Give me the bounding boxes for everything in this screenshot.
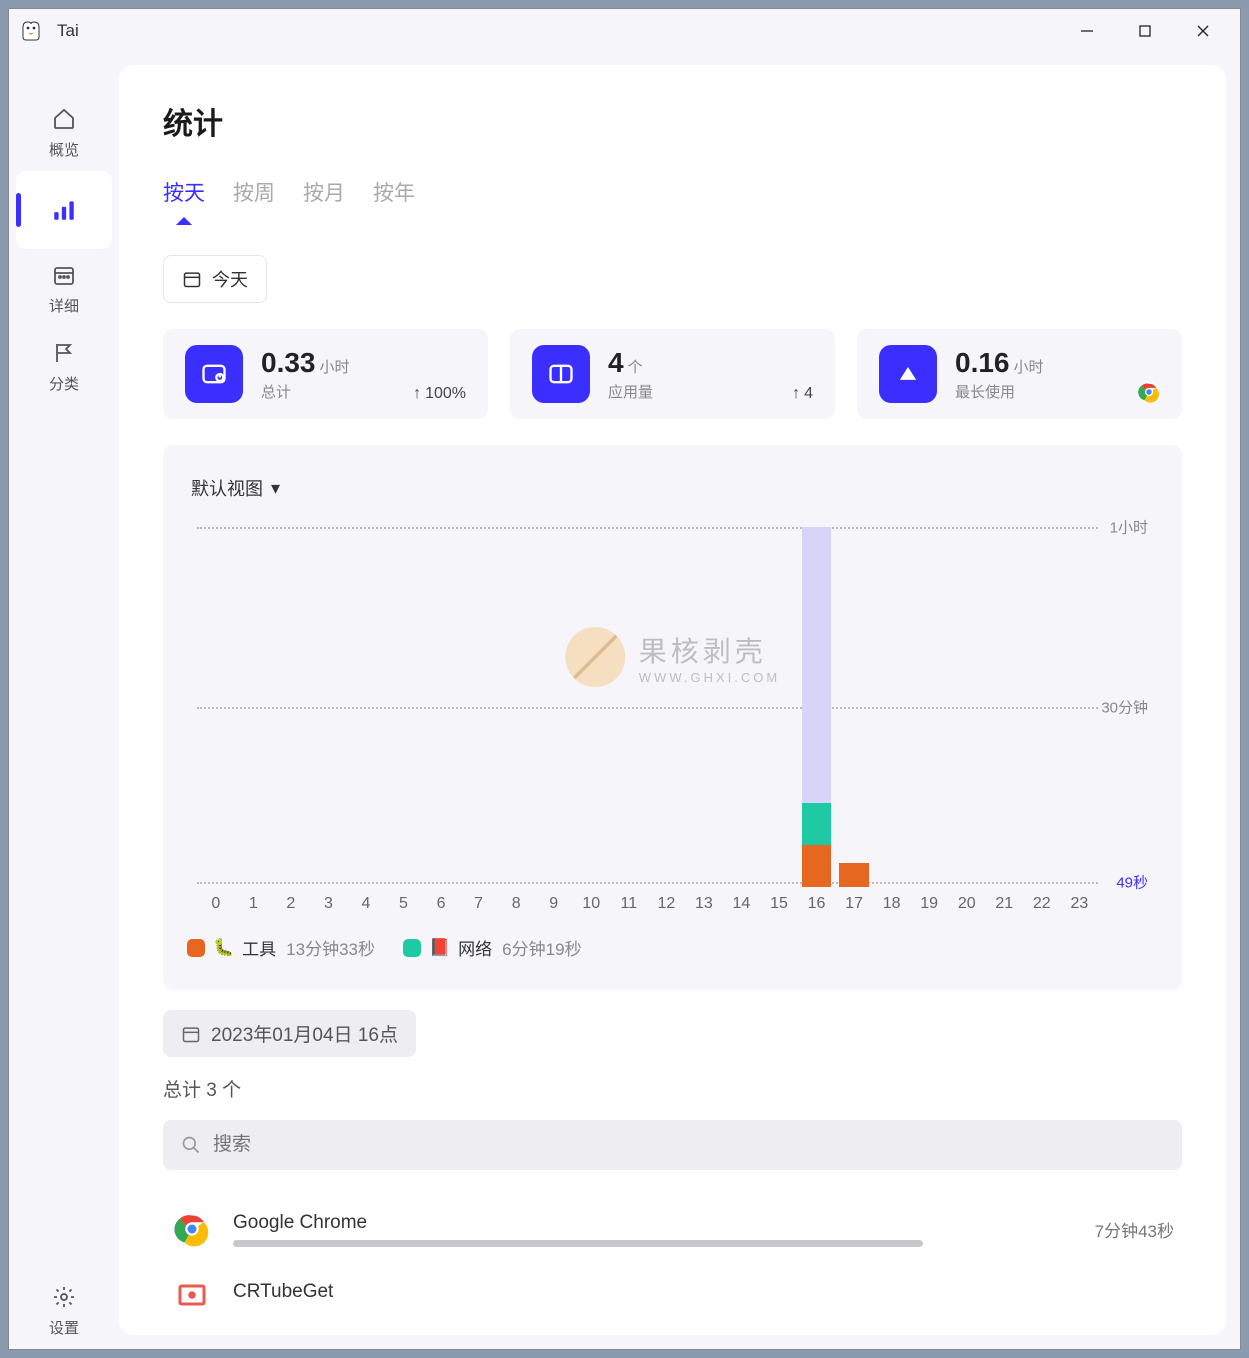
app-row[interactable]: CRTubeGet bbox=[163, 1262, 1182, 1328]
tab-week[interactable]: 按周 bbox=[233, 177, 275, 225]
close-button[interactable] bbox=[1174, 11, 1232, 51]
maximize-button[interactable] bbox=[1116, 11, 1174, 51]
app-time: 7分钟43秒 bbox=[1095, 1217, 1174, 1242]
sidebar-label: 分类 bbox=[49, 373, 79, 394]
sidebar-item-detail[interactable]: 详细 bbox=[16, 249, 112, 327]
calendar-icon bbox=[181, 1024, 201, 1044]
sidebar-item-stats[interactable] bbox=[16, 171, 112, 249]
apps-delta: ↑4 bbox=[792, 385, 813, 403]
date-chip: 2023年01月04日 16点 bbox=[163, 1010, 416, 1057]
app-name: CRTubeGet bbox=[233, 1281, 1174, 1303]
card-apps: 4个 应用量 ↑4 bbox=[510, 329, 835, 419]
minimize-button[interactable] bbox=[1058, 11, 1116, 51]
sidebar-label: 概览 bbox=[49, 139, 79, 160]
gear-icon bbox=[50, 1283, 78, 1311]
arrow-up-icon: ↑ bbox=[413, 385, 421, 403]
apps-label: 应用量 bbox=[608, 381, 813, 402]
tab-year[interactable]: 按年 bbox=[373, 177, 415, 225]
triangle-up-icon bbox=[879, 345, 937, 403]
legend-item: 🐛工具13分钟33秒 bbox=[187, 935, 375, 960]
sidebar-item-overview[interactable]: 概览 bbox=[16, 93, 112, 171]
chrome-icon bbox=[1138, 381, 1160, 403]
sidebar-label: 设置 bbox=[49, 1317, 79, 1338]
window-title: Tai bbox=[57, 21, 79, 41]
view-select[interactable]: 默认视图 ▾ bbox=[187, 469, 284, 507]
titlebar: Tai bbox=[9, 9, 1240, 53]
sidebar-item-settings[interactable]: 设置 bbox=[16, 1271, 112, 1349]
total-value: 0.33 bbox=[261, 347, 316, 378]
chart-panel: 默认视图 ▾ 果核剥壳 WWW.GHXI.COM 1小时30分钟49秒 0123… bbox=[163, 445, 1182, 990]
app-name: Google Chrome bbox=[233, 1212, 1075, 1234]
tab-month[interactable]: 按月 bbox=[303, 177, 345, 225]
chart-x-axis: 01234567891011121314151617181920212223 bbox=[197, 895, 1098, 913]
total-unit: 小时 bbox=[320, 359, 350, 376]
chevron-down-icon: ▾ bbox=[271, 478, 280, 499]
home-icon bbox=[50, 105, 78, 133]
crtube-icon bbox=[171, 1274, 213, 1316]
app-row[interactable]: Google Chrome 7分钟43秒 bbox=[163, 1196, 1182, 1262]
view-select-label: 默认视图 bbox=[191, 475, 263, 501]
sidebar-item-category[interactable]: 分类 bbox=[16, 327, 112, 405]
main-panel: 统计 按天 按周 按月 按年 今天 0.33小时 总计 ↑100% bbox=[119, 65, 1226, 1335]
card-total: 0.33小时 总计 ↑100% bbox=[163, 329, 488, 419]
sidebar-label: 详细 bbox=[49, 295, 79, 316]
page-title: 统计 bbox=[163, 99, 1182, 143]
today-label: 今天 bbox=[212, 266, 248, 292]
apps-unit: 个 bbox=[628, 359, 643, 376]
legend-item: 📕网络6分钟19秒 bbox=[403, 935, 582, 960]
chrome-icon bbox=[171, 1208, 213, 1250]
app-icon bbox=[17, 17, 45, 45]
arrow-up-icon: ↑ bbox=[792, 385, 800, 403]
clock-icon bbox=[185, 345, 243, 403]
bar-chart-icon bbox=[50, 196, 78, 224]
total-delta: ↑100% bbox=[413, 385, 466, 403]
date-chip-text: 2023年01月04日 16点 bbox=[211, 1020, 398, 1047]
flag-icon bbox=[50, 339, 78, 367]
search-box[interactable] bbox=[163, 1120, 1182, 1170]
search-icon bbox=[181, 1135, 201, 1155]
longest-label: 最长使用 bbox=[955, 381, 1160, 402]
apps-icon bbox=[532, 345, 590, 403]
apps-value: 4 bbox=[608, 347, 624, 378]
app-list: Google Chrome 7分钟43秒 CRTubeGet bbox=[163, 1196, 1182, 1328]
tabs: 按天 按周 按月 按年 bbox=[163, 177, 1182, 225]
total-count: 总计 3 个 bbox=[163, 1075, 1182, 1102]
tab-day[interactable]: 按天 bbox=[163, 177, 205, 225]
chart: 果核剥壳 WWW.GHXI.COM 1小时30分钟49秒 bbox=[197, 527, 1148, 887]
today-button[interactable]: 今天 bbox=[163, 255, 267, 303]
search-input[interactable] bbox=[213, 1134, 1164, 1156]
longest-unit: 小时 bbox=[1014, 359, 1044, 376]
longest-value: 0.16 bbox=[955, 347, 1010, 378]
card-longest: 0.16小时 最长使用 bbox=[857, 329, 1182, 419]
sidebar: 概览 详细 分类 设置 bbox=[9, 53, 119, 1349]
calendar-icon bbox=[182, 269, 202, 289]
chart-legend: 🐛工具13分钟33秒 📕网络6分钟19秒 bbox=[187, 935, 1158, 960]
calendar-icon bbox=[50, 261, 78, 289]
